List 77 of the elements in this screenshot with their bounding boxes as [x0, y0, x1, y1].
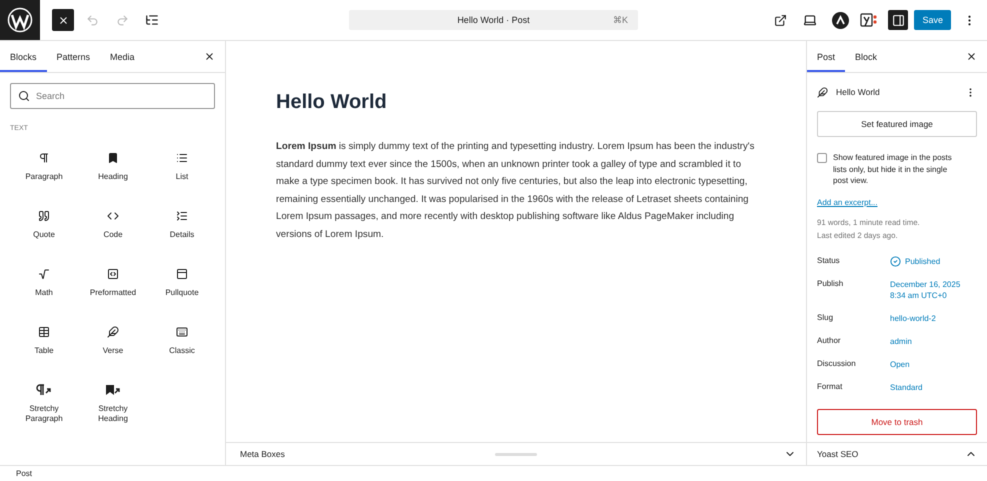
logo-icon: [7, 7, 33, 33]
field-value[interactable]: Published: [890, 256, 977, 266]
meta-boxes-bar[interactable]: Meta Boxes: [226, 442, 806, 465]
field-label: Publish: [817, 278, 844, 288]
command-bar[interactable]: Hello World · Post ⌘K: [349, 10, 638, 30]
feather-icon: [817, 86, 828, 98]
quote-icon: [38, 210, 50, 222]
field-label: Author: [817, 336, 842, 344]
featured-image-button[interactable]: Set featured image: [817, 111, 977, 137]
excerpt-link[interactable]: Add an excerpt...: [817, 198, 977, 206]
circle-peak-icon: [832, 12, 849, 28]
keyboard-icon: [176, 326, 188, 338]
search-field[interactable]: Search: [10, 83, 215, 109]
close-button[interactable]: [52, 9, 74, 31]
code-icon: [107, 210, 119, 222]
undo-icon: [86, 14, 98, 26]
field-value[interactable]: December 16, 2025 8:34 am UTC+0: [890, 278, 977, 300]
block-item[interactable]: Table: [15, 319, 73, 377]
block-item[interactable]: Math: [15, 261, 73, 319]
resize-handle[interactable]: [495, 453, 537, 456]
block-item[interactable]: Classic: [153, 319, 211, 377]
field-value[interactable]: hello-world-2: [890, 312, 977, 324]
field-label: Discussion: [817, 358, 857, 368]
field-label: Format: [817, 382, 844, 390]
pilcrow-icon: [38, 152, 50, 164]
field-value[interactable]: Open: [890, 358, 977, 370]
settings-tab[interactable]: Block: [845, 41, 888, 72]
block-item[interactable]: Pullquote: [153, 261, 211, 319]
meta-boxes-label: Meta Boxes: [240, 449, 285, 459]
inserter-tab[interactable]: Patterns: [46, 41, 100, 72]
post-name: Hello World: [836, 87, 881, 97]
list-icon: [145, 13, 159, 27]
block-item[interactable]: Stretchy Heading: [84, 377, 142, 435]
close-icon: [58, 14, 68, 26]
checkbox[interactable]: [817, 153, 827, 163]
shortcut-hint: ⌘K: [612, 15, 628, 25]
settings-panel-button[interactable]: [888, 10, 908, 30]
list-icon: [176, 210, 188, 222]
wordpress-logo[interactable]: [0, 0, 40, 40]
close-icon: [204, 51, 214, 62]
breadcrumb[interactable]: Post: [16, 469, 32, 478]
paragraph[interactable]: Lorem Ipsum is simply dummy text of the printing and typesetting industry. Lorem Ipsum has been the industry's standard dummy text ever since the 1500s, when an unknown printer took a galley of type and scrambled it to make a type specimen book. It has survived not only five centuries, but also the leap into electronic typesetting, remaining essentially unchanged. It was popularised in the 1960s with the release of Letraset sheets containing Lorem Ipsum passages, and more recently with desktop publishing software like Aldus PageMaker including versions of Lorem Ipsum.: [276, 138, 762, 244]
radical-icon: [38, 268, 50, 280]
block-item[interactable]: Paragraph: [15, 145, 73, 203]
block-item[interactable]: Quote: [15, 203, 73, 261]
inserter-tab[interactable]: Media: [100, 41, 145, 72]
field-label: Slug: [817, 312, 834, 322]
search-icon: [18, 90, 30, 102]
check-circle-icon: [890, 256, 901, 266]
feather-icon: [107, 326, 119, 338]
block-item[interactable]: Code: [84, 203, 142, 261]
field-label: Status: [817, 256, 841, 264]
block-item[interactable]: Heading: [84, 145, 142, 203]
block-item[interactable]: Stretchy Paragraph: [15, 377, 73, 435]
settings-tab[interactable]: Post: [807, 41, 846, 72]
sidebar-icon: [892, 14, 905, 26]
block-item[interactable]: Preformatted: [84, 261, 142, 319]
save-button[interactable]: Save: [914, 10, 951, 30]
trash-button[interactable]: Move to trash: [817, 408, 977, 434]
bookmark-arrow-icon: [105, 384, 121, 396]
inserter-tab[interactable]: Blocks: [0, 41, 47, 72]
post-title[interactable]: Hello World: [276, 91, 806, 114]
redo-icon: [116, 14, 128, 26]
external-link-icon: [774, 14, 787, 26]
square-code-icon: [107, 268, 119, 280]
block-item[interactable]: Details: [153, 203, 211, 261]
block-item[interactable]: Verse: [84, 319, 142, 377]
field-value[interactable]: admin: [890, 336, 977, 346]
block-item[interactable]: List: [153, 145, 211, 203]
bookmark-icon: [107, 152, 119, 164]
table-icon: [38, 326, 50, 338]
field-value[interactable]: Standard: [890, 382, 977, 392]
pilcrow-arrow-icon: [36, 384, 52, 396]
laptop-icon: [803, 13, 818, 27]
panel-icon: [176, 268, 188, 280]
checkbox-label: Show featured image in the posts lists only, but hide it in the single post view.: [833, 152, 953, 186]
close-icon: [966, 51, 976, 62]
